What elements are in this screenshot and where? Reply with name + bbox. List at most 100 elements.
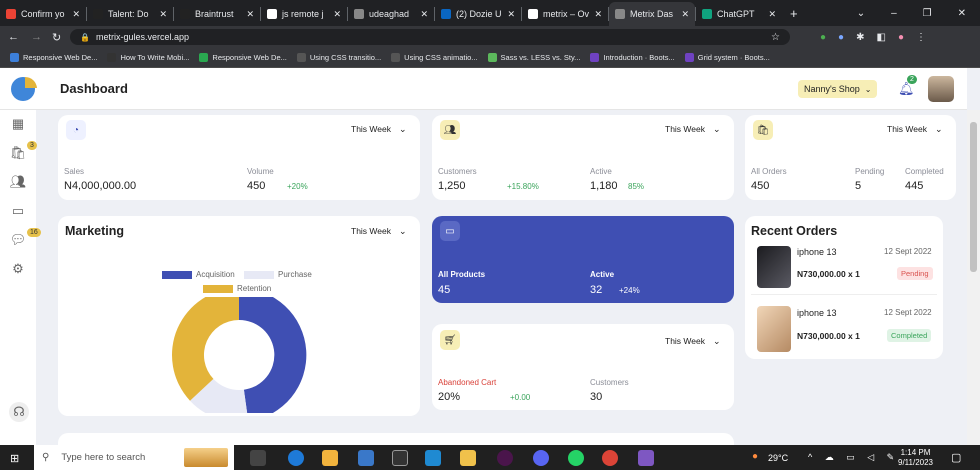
system-tray-icons[interactable]: ^ ☁ ▭ ◁ ✎ bbox=[808, 452, 899, 463]
tab-close-icon[interactable]: ✕ bbox=[72, 9, 80, 20]
tab-close-icon[interactable]: ✕ bbox=[159, 9, 167, 20]
period-dropdown[interactable]: This Week ⌄ bbox=[665, 124, 721, 135]
bookmark-item[interactable]: Using CSS transitio... bbox=[296, 53, 382, 62]
browser-menu-icon[interactable]: ⋮ bbox=[916, 32, 926, 43]
customers-change: +15.80% bbox=[507, 182, 539, 191]
notification-bell[interactable]: 🔔︎ 2 bbox=[898, 75, 917, 97]
browser-tab[interactable]: Confirm yo ✕ bbox=[0, 2, 86, 26]
chevron-down-icon: ⌄ bbox=[399, 226, 407, 236]
period-label: This Week bbox=[887, 124, 927, 134]
bookmark-item[interactable]: Responsive Web De... bbox=[199, 53, 287, 62]
order-item[interactable]: iphone 13 12 Sept 2022 N730,000.00 x 1 C… bbox=[745, 304, 943, 356]
browser-tab[interactable]: (2) Dozie U ✕ bbox=[435, 2, 521, 26]
terminal-icon[interactable] bbox=[392, 450, 408, 466]
period-dropdown[interactable]: This Week ⌄ bbox=[351, 124, 407, 135]
new-tab-button[interactable]: + bbox=[790, 6, 798, 21]
slack-icon[interactable] bbox=[497, 450, 513, 466]
app-icon[interactable] bbox=[322, 450, 338, 466]
bookmark-item[interactable]: Using CSS animatio... bbox=[391, 53, 478, 62]
legend-label: Purchase bbox=[278, 270, 312, 279]
tab-close-icon[interactable]: ✕ bbox=[768, 9, 776, 20]
tab-favicon-icon bbox=[267, 9, 277, 19]
browser-tab[interactable]: ChatGPT ✕ bbox=[696, 2, 782, 26]
period-dropdown[interactable]: This Week ⌄ bbox=[351, 226, 407, 237]
browser-tab[interactable]: js remote j ✕ bbox=[261, 2, 347, 26]
period-dropdown[interactable]: This Week ⌄ bbox=[887, 124, 943, 135]
url-field[interactable]: 🔒 metrix-gules.vercel.app ☆ bbox=[70, 29, 790, 45]
all-orders-value: 450 bbox=[751, 180, 770, 192]
edge-icon[interactable] bbox=[288, 450, 304, 466]
order-item[interactable]: iphone 13 12 Sept 2022 N730,000.00 x 1 P… bbox=[745, 244, 943, 294]
clock[interactable]: 1:14 PM 9/11/2023 bbox=[898, 448, 933, 468]
vscode-icon[interactable] bbox=[425, 450, 441, 466]
dashboard-grid-icon[interactable]: ▦ bbox=[9, 115, 27, 133]
chrome-icon[interactable] bbox=[602, 450, 618, 466]
inventory-box-icon[interactable]: ▭ bbox=[9, 202, 27, 220]
reload-icon[interactable]: ↻ bbox=[52, 31, 61, 44]
back-icon[interactable]: ← bbox=[8, 31, 19, 43]
period-dropdown[interactable]: This Week ⌄ bbox=[665, 336, 721, 347]
folder-icon: ▭ bbox=[440, 221, 460, 241]
weather-temp[interactable]: 29°C bbox=[768, 453, 788, 463]
cart-icon: 🛒︎ bbox=[440, 330, 460, 350]
browser-tab[interactable]: udeaghad ✕ bbox=[348, 2, 434, 26]
browser-tab[interactable]: metrix – Ov ✕ bbox=[522, 2, 608, 26]
address-bar-row: ← → ↻ 🔒 metrix-gules.vercel.app ☆ ● ● ✱ … bbox=[0, 26, 980, 48]
orders-bag-icon[interactable]: 🛍︎ 3 bbox=[9, 141, 37, 162]
active-change: +24% bbox=[619, 286, 640, 295]
tab-close-icon[interactable]: ✕ bbox=[246, 9, 254, 20]
support-headset-icon[interactable]: ☊ bbox=[9, 402, 29, 422]
marketing-title: Marketing bbox=[65, 224, 125, 238]
extension-icon[interactable]: ● bbox=[820, 32, 826, 43]
tab-close-icon[interactable]: ✕ bbox=[681, 9, 689, 20]
tab-close-icon[interactable]: ✕ bbox=[333, 9, 341, 20]
customers-icon[interactable]: 👥︎ bbox=[9, 173, 27, 191]
browser-tab[interactable]: Talent: Do ✕ bbox=[87, 2, 173, 26]
profile-icon[interactable]: ● bbox=[898, 32, 904, 43]
extension-icon[interactable]: ● bbox=[838, 32, 844, 43]
settings-gear-icon[interactable]: ⚙ bbox=[9, 260, 27, 278]
app-icon[interactable] bbox=[638, 450, 654, 466]
sidepanel-icon[interactable]: ◧ bbox=[876, 32, 885, 43]
windows-start-icon[interactable]: ⊞ bbox=[10, 452, 19, 465]
bookmark-item[interactable]: Responsive Web De... bbox=[10, 53, 97, 62]
search-placeholder: Type here to search bbox=[61, 452, 146, 463]
search-highlight-icon bbox=[184, 448, 228, 467]
task-view-icon[interactable] bbox=[250, 450, 266, 466]
clock-date: 9/11/2023 bbox=[898, 458, 933, 467]
shop-selector[interactable]: Nanny's Shop ⌄ bbox=[798, 80, 878, 98]
bookmark-star-icon[interactable]: ☆ bbox=[771, 32, 780, 43]
bookmark-item[interactable]: Grid system · Boots... bbox=[684, 53, 770, 62]
donut-segment-acquisition bbox=[239, 297, 307, 413]
tab-close-icon[interactable]: ✕ bbox=[594, 9, 602, 20]
tab-search-icon[interactable]: ⌄ bbox=[857, 8, 865, 19]
tab-label: udeaghad bbox=[369, 9, 410, 19]
tab-close-icon[interactable]: ✕ bbox=[420, 9, 428, 20]
abandoned-value: 20% bbox=[438, 391, 461, 403]
mail-icon[interactable] bbox=[358, 450, 374, 466]
restore-button[interactable]: ❐ bbox=[923, 8, 932, 19]
tab-close-icon[interactable]: ✕ bbox=[507, 9, 515, 20]
bookmark-label: Using CSS transitio... bbox=[309, 53, 382, 62]
discord-icon[interactable] bbox=[533, 450, 549, 466]
bookmark-item[interactable]: Sass vs. LESS vs. Sty... bbox=[487, 53, 580, 62]
bookmark-item[interactable]: How To Write Mobi... bbox=[107, 53, 189, 62]
file-explorer-icon[interactable] bbox=[460, 450, 476, 466]
browser-tab[interactable]: Metrix Das ✕ bbox=[609, 2, 695, 26]
minimize-button[interactable]: – bbox=[891, 8, 897, 19]
conversations-icon[interactable]: 💬︎ 16 bbox=[9, 228, 41, 249]
tab-favicon-icon bbox=[354, 9, 364, 19]
forward-icon[interactable]: → bbox=[31, 31, 42, 43]
browser-tab[interactable]: Braintrust ✕ bbox=[174, 2, 260, 26]
close-window-button[interactable]: ✕ bbox=[958, 8, 966, 19]
whatsapp-icon[interactable] bbox=[568, 450, 584, 466]
bookmark-item[interactable]: Introduction · Boots... bbox=[590, 53, 675, 62]
bookmark-favicon-icon bbox=[10, 53, 19, 62]
extensions-puzzle-icon[interactable]: ✱ bbox=[856, 32, 864, 43]
avatar[interactable] bbox=[928, 76, 954, 102]
scrollbar-thumb[interactable] bbox=[970, 122, 977, 272]
notification-center-icon[interactable]: ▢ bbox=[951, 451, 961, 464]
active-value: 1,180 bbox=[590, 180, 618, 192]
product-image bbox=[757, 246, 791, 288]
page-scrollbar[interactable] bbox=[967, 110, 980, 445]
